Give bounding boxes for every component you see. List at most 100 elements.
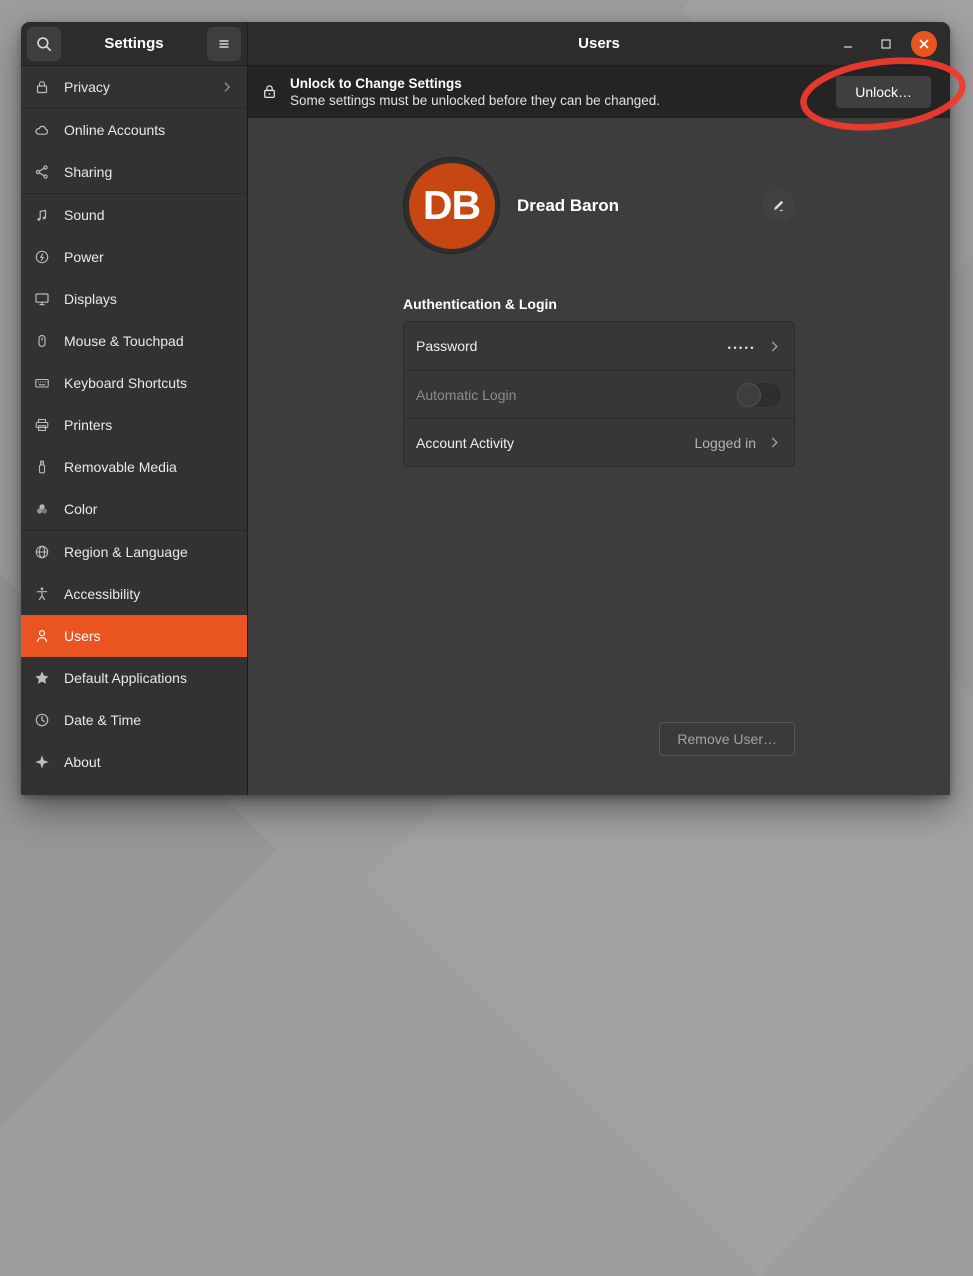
display-icon — [34, 291, 50, 307]
sidebar-item-displays[interactable]: Displays — [21, 278, 247, 320]
printer-icon — [34, 417, 50, 433]
sidebar-item-date-time[interactable]: Date & Time — [21, 699, 247, 741]
sidebar-headerbar: Settings — [21, 22, 248, 66]
window-controls — [835, 22, 937, 65]
sidebar-item-label: Sound — [64, 207, 104, 223]
music-note-icon — [34, 207, 50, 223]
sidebar-item-privacy[interactable]: Privacy — [21, 66, 247, 108]
primary-menu-button[interactable] — [207, 27, 241, 61]
sidebar-item-removable-media[interactable]: Removable Media — [21, 446, 247, 488]
settings-sidebar: Privacy Online Accounts Sharing Sound — [21, 66, 248, 795]
avatar-ring: DB — [403, 157, 500, 254]
sidebar-item-label: About — [64, 754, 101, 770]
sidebar-item-label: Users — [64, 628, 101, 644]
power-icon — [34, 249, 50, 265]
users-panel: Unlock to Change Settings Some settings … — [248, 66, 950, 795]
page-title: Users — [578, 35, 620, 52]
sidebar-item-keyboard-shortcuts[interactable]: Keyboard Shortcuts — [21, 362, 247, 404]
sidebar-item-online-accounts[interactable]: Online Accounts — [21, 109, 247, 151]
clock-icon — [34, 712, 50, 728]
account-activity-value: Logged in — [694, 435, 756, 451]
sidebar-item-sharing[interactable]: Sharing — [21, 151, 247, 193]
keyboard-icon — [34, 375, 50, 391]
avatar: DB — [409, 163, 495, 249]
sidebar-item-label: Printers — [64, 417, 112, 433]
banner-title: Unlock to Change Settings — [290, 75, 660, 92]
sidebar-item-label: Privacy — [64, 79, 110, 95]
user-profile-header: DB Dread Baron — [403, 157, 795, 254]
mouse-icon — [34, 333, 50, 349]
sidebar-item-sound[interactable]: Sound — [21, 194, 247, 236]
sidebar-item-label: Accessibility — [64, 586, 140, 602]
sidebar-item-power[interactable]: Power — [21, 236, 247, 278]
sidebar-item-label: Removable Media — [64, 459, 177, 475]
minimize-button[interactable] — [835, 31, 861, 57]
sidebar-item-label: Color — [64, 501, 97, 517]
search-icon — [35, 35, 53, 53]
sidebar-item-label: Sharing — [64, 164, 112, 180]
row-label: Account Activity — [416, 435, 514, 451]
lock-icon — [34, 79, 50, 95]
chevron-right-icon — [220, 80, 234, 94]
remove-user-area: Remove User… — [403, 722, 795, 756]
remove-user-button[interactable]: Remove User… — [659, 722, 795, 756]
sidebar-item-mouse-touchpad[interactable]: Mouse & Touchpad — [21, 320, 247, 362]
sidebar-item-label: Mouse & Touchpad — [64, 333, 184, 349]
accessibility-icon — [34, 586, 50, 602]
banner-text: Unlock to Change Settings Some settings … — [290, 75, 660, 109]
sidebar-item-label: Default Applications — [64, 670, 187, 686]
cloud-icon — [34, 122, 50, 138]
user-full-name: Dread Baron — [517, 196, 619, 216]
edit-name-button[interactable] — [762, 189, 795, 222]
sidebar-item-default-applications[interactable]: Default Applications — [21, 657, 247, 699]
sidebar-item-label: Date & Time — [64, 712, 141, 728]
section-title-authentication: Authentication & Login — [403, 296, 795, 312]
minimize-icon — [841, 37, 855, 51]
banner-subtitle: Some settings must be unlocked before th… — [290, 92, 660, 109]
sidebar-item-about[interactable]: About — [21, 741, 247, 783]
chevron-right-icon — [767, 435, 782, 450]
unlock-button[interactable]: Unlock… — [836, 76, 931, 108]
lock-icon — [261, 83, 278, 100]
password-value: ••••• — [728, 340, 756, 353]
unlock-banner: Unlock to Change Settings Some settings … — [248, 66, 950, 118]
sidebar-item-region-language[interactable]: Region & Language — [21, 531, 247, 573]
hamburger-menu-icon — [216, 36, 232, 52]
star-icon — [34, 670, 50, 686]
password-row[interactable]: Password ••••• — [404, 322, 794, 370]
sidebar-item-color[interactable]: Color — [21, 488, 247, 530]
chevron-right-icon — [767, 339, 782, 354]
share-icon — [34, 164, 50, 180]
settings-window: Settings Users — [21, 22, 950, 795]
color-profiles-icon — [34, 501, 50, 517]
usb-drive-icon — [34, 459, 50, 475]
row-label: Automatic Login — [416, 387, 516, 403]
main-headerbar: Users — [248, 22, 950, 66]
sidebar-item-label: Power — [64, 249, 104, 265]
sidebar-item-users[interactable]: Users — [21, 615, 247, 657]
sidebar-item-label: Online Accounts — [64, 122, 165, 138]
automatic-login-toggle[interactable] — [736, 382, 782, 408]
row-label: Password — [416, 338, 477, 354]
maximize-button[interactable] — [873, 31, 899, 57]
pencil-icon — [771, 198, 786, 213]
row-accessories — [736, 382, 782, 408]
globe-icon — [34, 544, 50, 560]
users-icon — [34, 628, 50, 644]
toggle-knob — [737, 383, 761, 407]
account-activity-row[interactable]: Account Activity Logged in — [404, 418, 794, 466]
user-details-column: DB Dread Baron Authentication & Login Pa… — [403, 157, 795, 756]
authentication-list: Password ••••• Automatic Login — [403, 321, 795, 467]
sidebar-item-label: Displays — [64, 291, 117, 307]
close-icon — [918, 38, 930, 50]
sidebar-item-accessibility[interactable]: Accessibility — [21, 573, 247, 615]
sidebar-item-label: Region & Language — [64, 544, 188, 560]
search-button[interactable] — [27, 27, 61, 61]
row-accessories: Logged in — [694, 435, 782, 451]
maximize-icon — [879, 37, 893, 51]
sidebar-item-label: Keyboard Shortcuts — [64, 375, 187, 391]
sparkle-icon — [34, 754, 50, 770]
close-button[interactable] — [911, 31, 937, 57]
row-accessories: ••••• — [728, 339, 782, 354]
sidebar-item-printers[interactable]: Printers — [21, 404, 247, 446]
